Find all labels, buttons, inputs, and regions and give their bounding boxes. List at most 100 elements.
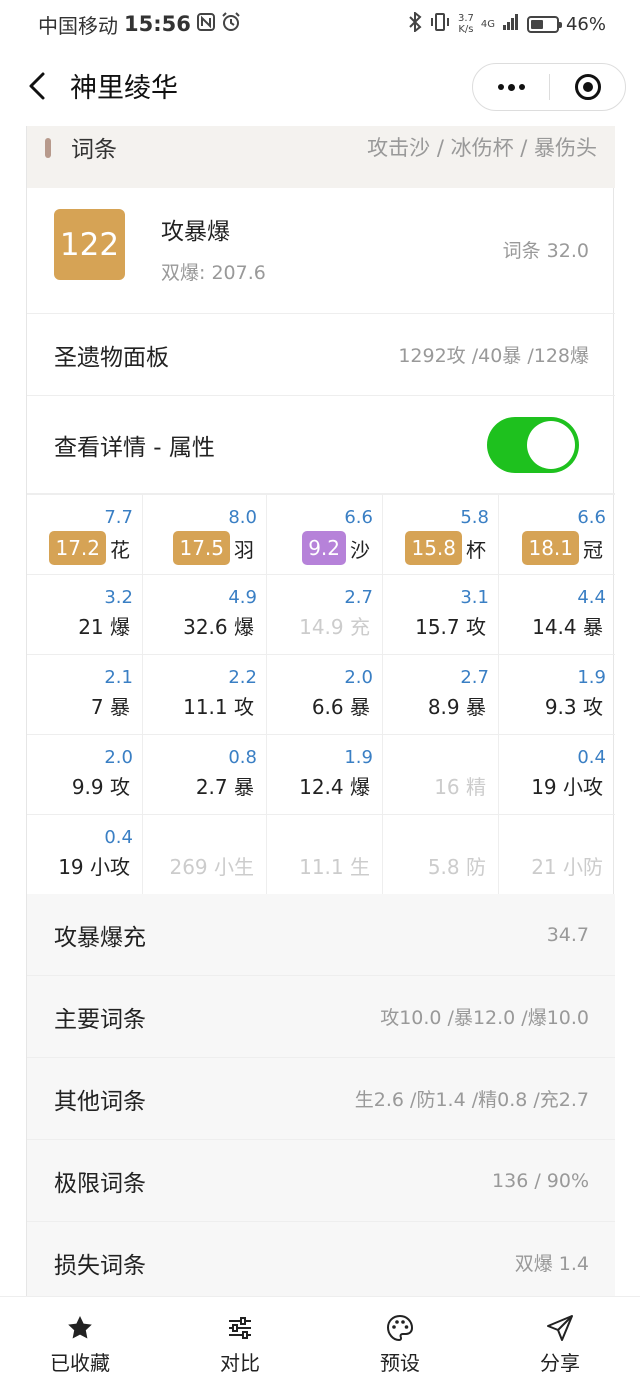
- substat-value: 19 小攻: [58, 855, 130, 879]
- score-badge: 122: [54, 209, 125, 280]
- substat-value: 2.7 暴: [195, 775, 254, 799]
- substat-cell: 21 小防: [499, 815, 615, 895]
- substat-value: 12.4 爆: [299, 775, 370, 799]
- stat-header-value: 攻击沙 / 冰伤杯 / 暴伤头: [367, 136, 597, 160]
- battery-level: 46%: [565, 13, 606, 35]
- substat-cell: 0.8 2.7 暴: [143, 735, 267, 815]
- more-button[interactable]: [473, 64, 549, 110]
- substat-value: 16 精: [434, 775, 486, 799]
- tab-share[interactable]: 分享: [480, 1297, 640, 1386]
- status-bar: 中国移动 15:56 3.7 K/s 4G 46%: [0, 0, 640, 48]
- status-time: 15:56: [124, 12, 191, 36]
- slot-name: 羽: [234, 537, 254, 562]
- back-button[interactable]: [20, 68, 56, 104]
- battery-icon: [526, 15, 562, 33]
- stat-header: 词条 攻击沙 / 冰伤杯 / 暴伤头: [27, 126, 615, 188]
- substat-roll-value: 4.9: [228, 587, 257, 608]
- network-type: 4G: [480, 18, 495, 30]
- tab-favorite[interactable]: 已收藏: [0, 1297, 160, 1386]
- substat-value: 8.9 暴: [427, 695, 486, 719]
- substat-value: 14.4 暴: [532, 615, 603, 639]
- substat-value: 21 爆: [78, 615, 130, 639]
- substat-cell: 5.8 防: [383, 815, 499, 895]
- artifact-panel-row[interactable]: 圣遗物面板 1292攻 /40暴 /128爆: [27, 314, 615, 396]
- substat-roll-value: 3.1: [460, 587, 489, 608]
- substat-roll-value: 2.2: [228, 667, 257, 688]
- stat-label: 主要词条: [54, 1006, 146, 1033]
- mini-program-capsule: [472, 63, 626, 111]
- artifact-score-badge: 9.2: [302, 531, 346, 565]
- substat-cell: 1.9 9.3 攻: [499, 655, 615, 735]
- substat-value: 11.1 生: [299, 855, 370, 879]
- substat-cell: 0.4 19 小攻: [27, 815, 143, 895]
- vibrate-icon: [429, 12, 451, 37]
- max-substat-row: 极限词条 136 / 90%: [27, 1140, 615, 1222]
- tab-label: 预设: [380, 1351, 420, 1375]
- stat-label: 极限词条: [54, 1170, 146, 1197]
- substat-cell: 4.9 32.6 爆: [143, 575, 267, 655]
- substat-roll-value: 2.7: [344, 587, 373, 608]
- substat-value: 7 暴: [90, 695, 130, 719]
- grid-header-cell: 5.8 15.8 杯: [383, 495, 499, 575]
- substat-value: 9.9 攻: [71, 775, 130, 799]
- substat-cell: 2.7 8.9 暴: [383, 655, 499, 735]
- artifact-score-badge: 18.1: [522, 531, 579, 565]
- substat-cell: 2.0 6.6 暴: [267, 655, 383, 735]
- substat-cell: 11.1 生: [267, 815, 383, 895]
- target-icon: [574, 74, 601, 100]
- slot-name: 杯: [466, 537, 486, 562]
- stat-label: 其他词条: [54, 1088, 146, 1115]
- substat-roll-value: 2.0: [104, 747, 133, 768]
- artifact-slot: 9.2 沙: [302, 531, 370, 565]
- grid-header-cell: 6.6 9.2 沙: [267, 495, 383, 575]
- artifact-score-badge: 17.2: [49, 531, 106, 565]
- substat-cell: 0.4 19 小攻: [499, 735, 615, 815]
- signal-icon: [502, 13, 520, 36]
- atk-crit-er-row: 攻暴爆充 34.7: [27, 894, 615, 976]
- substat-cell: 3.2 21 爆: [27, 575, 143, 655]
- stat-label: 攻暴爆充: [54, 924, 146, 951]
- sliders-icon: [225, 1313, 255, 1343]
- tab-preset[interactable]: 预设: [320, 1297, 480, 1386]
- stat-value: 生2.6 /防1.4 /精0.8 /充2.7: [354, 1089, 589, 1111]
- score-increment: 6.6: [344, 507, 373, 528]
- substat-cell: 2.7 14.9 充: [267, 575, 383, 655]
- stat-header-label: 词条: [71, 137, 117, 163]
- substat-value: 19 小攻: [531, 775, 603, 799]
- carrier-name: 中国移动: [38, 13, 118, 38]
- close-mini-program-button[interactable]: [550, 74, 625, 100]
- slot-name: 沙: [350, 537, 370, 562]
- score-increment: 5.8: [460, 507, 489, 528]
- substat-value: 6.6 暴: [311, 695, 370, 719]
- slot-name: 冠: [583, 537, 603, 562]
- stat-value: 攻10.0 /暴12.0 /爆10.0: [380, 1007, 589, 1029]
- details-toggle[interactable]: [487, 416, 579, 473]
- stat-value: 34.7: [546, 923, 589, 946]
- alarm-icon: [221, 11, 241, 37]
- substat-value: 14.9 充: [299, 615, 370, 639]
- score-type: 攻暴爆: [161, 219, 230, 245]
- tab-compare[interactable]: 对比: [160, 1297, 320, 1386]
- substat-value: 9.3 攻: [544, 695, 603, 719]
- substat-value: 21 小防: [531, 855, 603, 879]
- artifact-score-badge: 15.8: [405, 531, 462, 565]
- stat-value: 136 / 90%: [492, 1169, 589, 1192]
- stat-label: 损失词条: [54, 1252, 146, 1279]
- bottom-tab-bar: 已收藏 对比 预设 分享: [0, 1296, 640, 1386]
- substat-value: 269 小生: [169, 855, 254, 879]
- substat-cell: 3.1 15.7 攻: [383, 575, 499, 655]
- artifact-card: 词条 攻击沙 / 冰伤杯 / 暴伤头 122 攻暴爆 双爆: 207.6 词条 …: [26, 126, 615, 1296]
- details-label: 查看详情 - 属性: [54, 434, 215, 461]
- artifact-slot: 18.1 冠: [522, 531, 603, 565]
- artifact-slot: 17.5 羽: [173, 531, 254, 565]
- page-title: 神里绫华: [70, 73, 178, 104]
- substat-roll-value: 0.4: [104, 827, 133, 848]
- palette-icon: [385, 1313, 415, 1343]
- accent-bar: [45, 138, 51, 158]
- grid-header-cell: 8.0 17.5 羽: [143, 495, 267, 575]
- tab-label: 已收藏: [50, 1351, 110, 1375]
- send-icon: [545, 1313, 575, 1343]
- substat-roll-value: 0.8: [228, 747, 257, 768]
- artifact-score-badge: 17.5: [173, 531, 230, 565]
- artifact-slot: 15.8 杯: [405, 531, 486, 565]
